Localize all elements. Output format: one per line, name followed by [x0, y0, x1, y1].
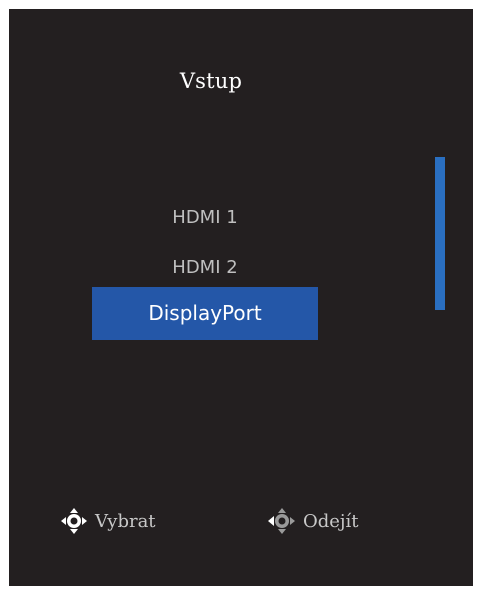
menu-title: Vstup — [179, 69, 243, 93]
select-hint-label: Vybrat — [95, 510, 156, 532]
joystick-back-icon — [267, 506, 297, 536]
scrollbar[interactable] — [435, 157, 445, 310]
exit-hint-label: Odejít — [303, 510, 359, 532]
input-list: HDMI 1 HDMI 2 DisplayPort — [92, 193, 318, 340]
select-hint: Vybrat — [59, 506, 156, 536]
menu-item-displayport[interactable]: DisplayPort — [92, 287, 318, 340]
joystick-select-icon — [59, 506, 89, 536]
osd-window: Vstup HDMI 1 HDMI 2 DisplayPort Vybrat O… — [9, 9, 473, 586]
exit-hint: Odejít — [267, 506, 359, 536]
menu-item-hdmi1[interactable]: HDMI 1 — [92, 193, 318, 243]
menu-item-hdmi2[interactable]: HDMI 2 — [92, 243, 318, 293]
